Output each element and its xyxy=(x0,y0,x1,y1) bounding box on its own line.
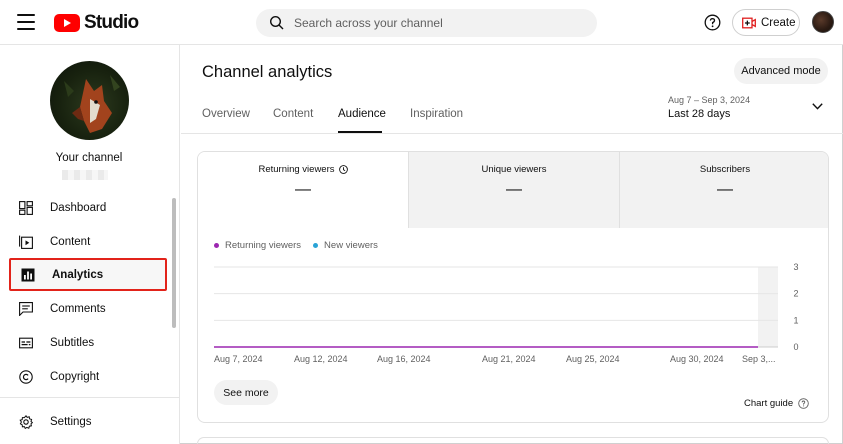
search-icon[interactable] xyxy=(269,15,285,31)
x-tick-label: Aug 12, 2024 xyxy=(294,354,348,364)
metric-value: — xyxy=(717,181,733,198)
x-tick-label: Aug 30, 2024 xyxy=(670,354,724,364)
y-tick-label: 2 xyxy=(793,289,798,299)
date-range-label[interactable]: Last 28 days xyxy=(668,108,730,120)
sidebar-item-label: Analytics xyxy=(52,268,104,281)
legend-item-returning[interactable]: Returning viewers xyxy=(214,240,301,251)
copyright-icon xyxy=(19,369,33,384)
sidebar-item-comments[interactable]: Comments xyxy=(9,292,167,325)
search-bar[interactable] xyxy=(256,9,597,37)
metric-title: Unique viewers xyxy=(481,164,547,175)
sidebar-divider xyxy=(0,397,179,398)
channel-avatar[interactable] xyxy=(50,61,129,140)
comments-icon xyxy=(19,301,33,316)
sidebar-item-subtitles[interactable]: Subtitles xyxy=(9,326,167,359)
studio-logo[interactable]: Studio xyxy=(54,12,139,34)
channel-label: Your channel xyxy=(55,152,123,164)
legend-swatch xyxy=(214,243,219,248)
create-video-icon xyxy=(742,17,756,28)
metric-unique-viewers[interactable]: Unique viewers — xyxy=(408,152,619,228)
fox-image xyxy=(64,75,120,133)
metric-value: — xyxy=(506,181,522,198)
y-tick-label: 3 xyxy=(793,262,798,272)
metric-returning-viewers[interactable]: Returning viewers — xyxy=(198,152,408,228)
x-tick-label: Aug 16, 2024 xyxy=(377,354,431,364)
legend-label: Returning viewers xyxy=(225,240,302,251)
x-tick-label: Sep 3,... xyxy=(742,354,776,364)
menu-icon[interactable] xyxy=(17,14,35,30)
page-title: Channel analytics xyxy=(202,63,333,81)
account-avatar[interactable] xyxy=(812,11,834,33)
subtitles-icon xyxy=(19,337,33,348)
tab-overview[interactable]: Overview xyxy=(202,108,250,120)
sidebar: Your channel Dashboard Content Analytics… xyxy=(0,45,180,444)
tab-audience[interactable]: Audience xyxy=(338,108,386,120)
advanced-mode-button[interactable]: Advanced mode xyxy=(734,58,828,84)
sidebar-item-dashboard[interactable]: Dashboard xyxy=(9,191,167,224)
tab-content[interactable]: Content xyxy=(273,108,313,120)
create-button[interactable]: Create xyxy=(732,9,800,36)
sidebar-item-settings[interactable]: Settings xyxy=(9,405,167,438)
metric-title: Returning viewers xyxy=(258,164,335,175)
settings-icon xyxy=(19,414,33,429)
x-tick-label: Aug 7, 2024 xyxy=(214,354,263,364)
help-icon xyxy=(798,398,809,409)
chart-legend: Returning viewers New viewers xyxy=(214,240,378,251)
metric-value: — xyxy=(295,181,311,198)
metric-subscribers[interactable]: Subscribers — xyxy=(619,152,828,228)
sidebar-item-label: Comments xyxy=(50,302,106,315)
next-card-edge xyxy=(197,437,829,444)
search-input[interactable] xyxy=(294,9,584,37)
sidebar-item-analytics[interactable]: Analytics xyxy=(9,258,167,291)
youtube-logo-icon xyxy=(54,14,80,32)
channel-name-placeholder xyxy=(62,170,108,180)
x-tick-label: Aug 21, 2024 xyxy=(482,354,536,364)
logo-text: Studio xyxy=(84,12,139,33)
analytics-icon xyxy=(21,268,35,281)
x-tick-label: Aug 25, 2024 xyxy=(566,354,620,364)
sidebar-item-label: Copyright xyxy=(50,370,100,383)
sidebar-scrollbar[interactable] xyxy=(172,198,176,328)
legend-item-new[interactable]: New viewers xyxy=(313,240,378,251)
date-range-text[interactable]: Aug 7 – Sep 3, 2024 xyxy=(668,95,750,105)
dashboard-icon xyxy=(19,200,33,215)
create-label: Create xyxy=(761,16,796,29)
sidebar-item-label: Settings xyxy=(50,415,92,428)
top-bar: Studio Create xyxy=(0,0,843,45)
y-tick-label: 1 xyxy=(793,315,798,325)
see-more-button[interactable]: See more xyxy=(214,380,278,405)
tabs-divider xyxy=(181,133,843,134)
y-tick-label: 0 xyxy=(793,342,798,352)
sidebar-item-copyright[interactable]: Copyright xyxy=(9,360,167,393)
sidebar-item-content[interactable]: Content xyxy=(9,225,167,258)
help-icon[interactable] xyxy=(704,14,721,31)
analytics-card: Returning viewers — Unique viewers — Sub… xyxy=(197,151,829,423)
metric-title: Subscribers xyxy=(699,164,751,175)
content-icon xyxy=(19,235,33,249)
legend-swatch xyxy=(313,243,319,248)
clock-icon xyxy=(338,165,348,174)
chevron-down-icon[interactable] xyxy=(812,103,823,110)
sidebar-item-label: Dashboard xyxy=(50,201,107,214)
chart-guide-link[interactable]: Chart guide xyxy=(744,398,809,409)
line-chart: 0 1 2 3 Aug 7, 2024 Aug 12, 2024 Aug 16, 2024 A… xyxy=(214,262,799,364)
current-period-band xyxy=(758,267,778,347)
chart-guide-label: Chart guide xyxy=(744,398,794,409)
legend-label: New viewers xyxy=(324,240,378,251)
tab-inspiration[interactable]: Inspiration xyxy=(410,108,463,120)
sidebar-item-label: Content xyxy=(50,235,91,248)
sidebar-item-label: Subtitles xyxy=(50,336,95,349)
